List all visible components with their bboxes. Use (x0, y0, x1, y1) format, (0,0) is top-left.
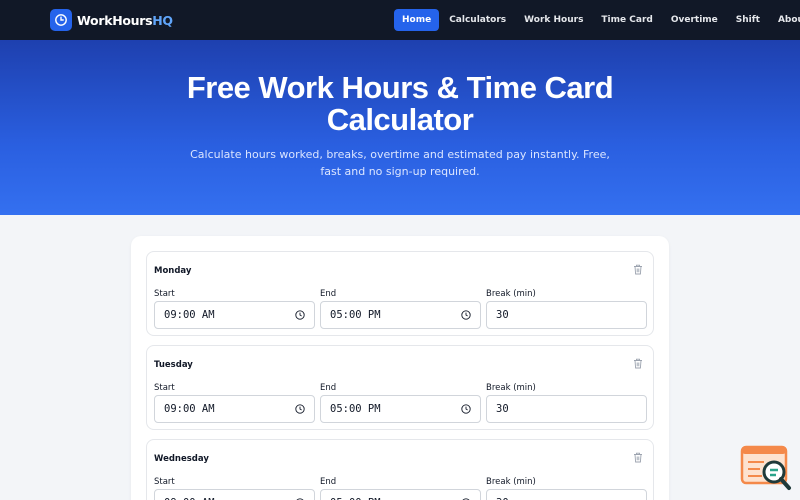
day-name: Tuesday (154, 360, 193, 370)
start-time-input[interactable]: 09:00 AM (154, 489, 315, 500)
clock-icon[interactable] (295, 310, 305, 320)
trash-icon[interactable] (633, 358, 643, 369)
clock-icon[interactable] (295, 404, 305, 414)
break-minutes-input[interactable]: 30 (486, 395, 647, 423)
nav-work-hours[interactable]: Work Hours (516, 9, 591, 31)
break-label: Break (min) (486, 383, 536, 393)
break-label: Break (min) (486, 477, 536, 487)
end-time-input[interactable]: 05:00 PM (320, 301, 481, 329)
day-name: Monday (154, 266, 192, 276)
start-label: Start (154, 477, 175, 487)
nav-about[interactable]: About (770, 9, 800, 31)
main-nav: Home Calculators Work Hours Time Card Ov… (394, 9, 800, 31)
break-minutes-input[interactable]: 30 (486, 489, 647, 500)
nav-home[interactable]: Home (394, 9, 440, 31)
day-row-wednesday: Wednesday Start End Break (min) 09:00 AM… (146, 439, 654, 500)
floating-search-widget-icon[interactable] (740, 445, 792, 493)
end-label: End (320, 289, 337, 299)
nav-calculators[interactable]: Calculators (441, 9, 514, 31)
clock-logo-icon (50, 9, 72, 31)
nav-overtime[interactable]: Overtime (663, 9, 726, 31)
clock-icon[interactable] (461, 404, 471, 414)
trash-icon[interactable] (633, 452, 643, 463)
day-row-tuesday: Tuesday Start End Break (min) 09:00 AM 0… (146, 345, 654, 430)
hero-title: Free Work Hours & Time Card Calculator (186, 70, 614, 137)
start-label: Start (154, 383, 175, 393)
end-label: End (320, 383, 337, 393)
end-time-input[interactable]: 05:00 PM (320, 395, 481, 423)
start-time-input[interactable]: 09:00 AM (154, 301, 315, 329)
end-label: End (320, 477, 337, 487)
calculator-card: Monday Start End Break (min) 09:00 AM 05… (131, 236, 669, 500)
start-label: Start (154, 289, 175, 299)
top-navbar: WorkHoursHQ Home Calculators Work Hours … (0, 0, 800, 40)
start-time-input[interactable]: 09:00 AM (154, 395, 315, 423)
brand-name: WorkHoursHQ (77, 12, 173, 28)
hero-section: Free Work Hours & Time Card Calculator C… (0, 40, 800, 215)
clock-icon[interactable] (461, 310, 471, 320)
day-name: Wednesday (154, 454, 209, 464)
end-time-input[interactable]: 05:00 PM (320, 489, 481, 500)
trash-icon[interactable] (633, 264, 643, 275)
break-minutes-input[interactable]: 30 (486, 301, 647, 329)
nav-time-card[interactable]: Time Card (593, 9, 660, 31)
brand-logo-link[interactable]: WorkHoursHQ (50, 9, 173, 31)
hero-subtitle: Calculate hours worked, breaks, overtime… (190, 148, 610, 178)
day-row-monday: Monday Start End Break (min) 09:00 AM 05… (146, 251, 654, 336)
break-label: Break (min) (486, 289, 536, 299)
nav-shift[interactable]: Shift (728, 9, 768, 31)
